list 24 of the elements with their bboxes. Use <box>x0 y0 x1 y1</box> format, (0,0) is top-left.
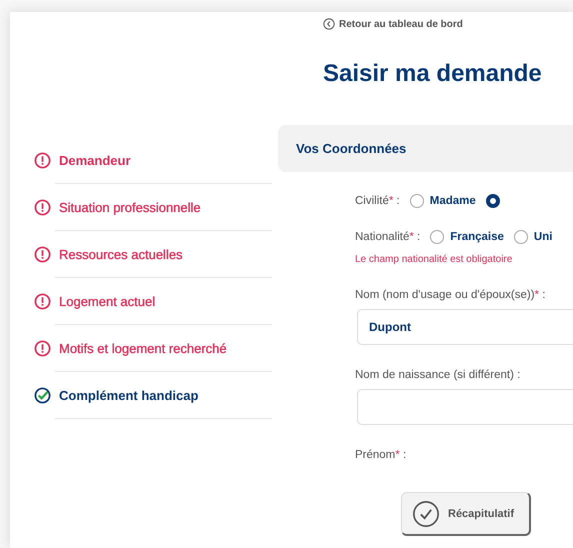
step-link[interactable]: Demandeur <box>59 152 131 168</box>
step-link[interactable]: Motifs et logement recherché <box>59 340 227 356</box>
step-link[interactable]: Situation professionnelle <box>59 200 201 214</box>
text-field[interactable]: Dupont <box>357 309 573 345</box>
back-link[interactable]: Retour au tableau de bord <box>323 18 463 30</box>
step-link[interactable]: Ressources actuelles <box>59 246 183 262</box>
radio-option[interactable]: Française <box>430 230 504 244</box>
step-link[interactable]: Complément handicap <box>59 388 198 402</box>
field-label: Civilité* : <box>355 195 400 207</box>
radio-option[interactable] <box>486 194 500 208</box>
error-message: Le champ nationalité est obligatoire <box>355 254 514 265</box>
back-icon <box>323 18 335 30</box>
field-label: Nom de naissance (si différent) : <box>355 369 522 381</box>
radio-option[interactable]: Madame <box>410 194 476 208</box>
text-field[interactable] <box>357 389 573 425</box>
field-label: Nationalité* : <box>355 231 420 243</box>
radio-option[interactable]: Uni <box>514 230 552 244</box>
page-title: Saisir ma demande <box>323 59 543 89</box>
step-link[interactable]: Logement actuel <box>59 294 156 308</box>
check-icon <box>412 500 440 528</box>
section-header: Vos Coordonnées <box>278 125 573 172</box>
summary-button[interactable]: Récapitulatif <box>401 492 531 536</box>
field-label: Nom (nom d'usage ou d'époux(se))* : <box>355 289 546 301</box>
field-label: Prénom* : <box>355 449 408 461</box>
